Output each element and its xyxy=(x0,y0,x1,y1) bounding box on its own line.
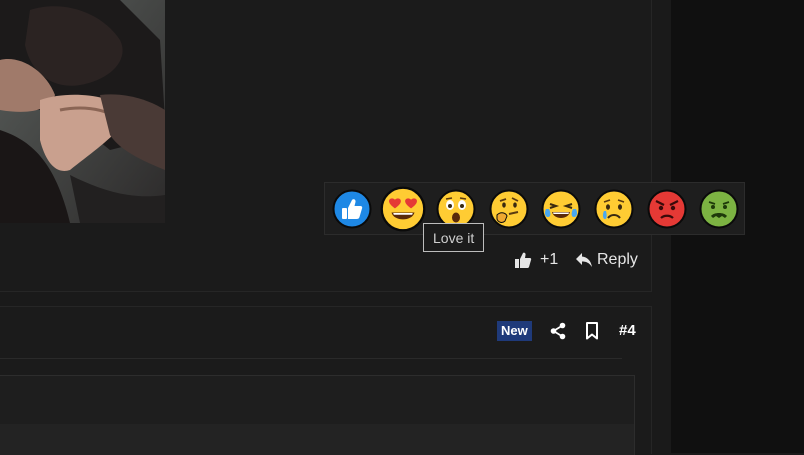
reaction-love-it-icon[interactable] xyxy=(380,186,426,232)
plus-one-label: +1 xyxy=(540,251,559,268)
post-message: +1 Reply xyxy=(0,0,652,292)
reply-arrow-icon xyxy=(576,253,592,267)
reaction-thinking-icon[interactable] xyxy=(489,189,529,229)
post-gif-image xyxy=(0,0,165,223)
share-icon xyxy=(550,322,566,340)
reply-label: Reply xyxy=(597,251,638,268)
quote-block xyxy=(0,375,635,455)
quote-block-footer xyxy=(0,424,634,455)
new-badge: New xyxy=(497,321,532,341)
reply-button[interactable]: Reply xyxy=(575,251,638,269)
reaction-tooltip: Love it xyxy=(423,223,485,252)
reaction-picker xyxy=(324,182,745,235)
thumbs-up-icon xyxy=(515,252,532,268)
post-header-divider xyxy=(0,358,622,359)
plus-one-button[interactable]: +1 xyxy=(514,251,558,269)
reaction-sad-icon[interactable] xyxy=(594,189,634,229)
reaction-haha-icon[interactable] xyxy=(541,189,581,229)
share-button[interactable] xyxy=(550,322,566,345)
post-number-link[interactable]: #4 xyxy=(619,322,636,339)
bookmark-icon xyxy=(586,322,598,340)
reaction-sick-icon[interactable] xyxy=(699,189,739,229)
reaction-like-icon[interactable] xyxy=(332,189,372,229)
reaction-angry-icon[interactable] xyxy=(647,189,687,229)
bookmark-button[interactable] xyxy=(585,322,599,345)
